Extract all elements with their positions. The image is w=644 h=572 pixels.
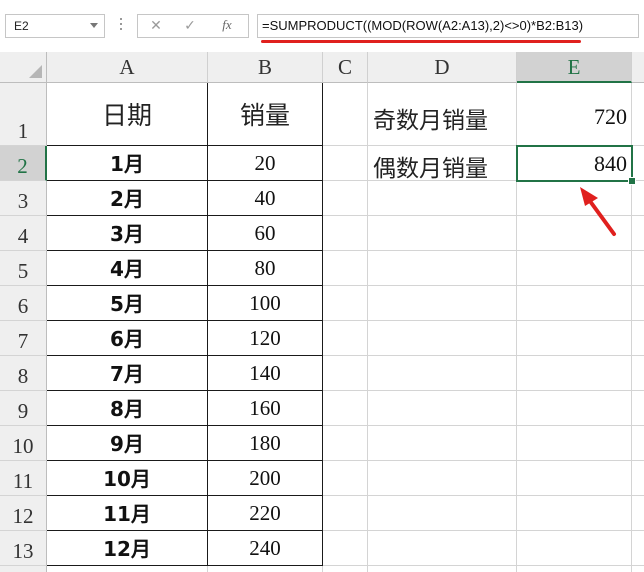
month-cell[interactable]: 4月 bbox=[47, 253, 207, 282]
table-border bbox=[47, 495, 323, 496]
table-border bbox=[47, 425, 323, 426]
sales-cell[interactable]: 20 bbox=[208, 151, 322, 176]
active-cell-outline[interactable] bbox=[516, 145, 633, 182]
table-border bbox=[322, 83, 323, 566]
select-all-button[interactable] bbox=[0, 52, 47, 83]
formula-bar-area: E2 ✕ ✓ fx =SUMPRODUCT((MOD(ROW(A2:A13),2… bbox=[0, 0, 644, 52]
header-date: 日期 bbox=[101, 101, 152, 130]
formula-text: =SUMPRODUCT((MOD(ROW(A2:A13),2)<>0)*B2:B… bbox=[262, 18, 584, 33]
column-header-c[interactable]: C bbox=[323, 52, 368, 83]
table-border bbox=[47, 355, 323, 356]
gridline bbox=[367, 83, 368, 572]
sales-cell[interactable]: 180 bbox=[208, 431, 322, 456]
table-border bbox=[47, 460, 323, 461]
row-header-7[interactable]: 7 bbox=[0, 321, 47, 356]
sales-cell[interactable]: 200 bbox=[208, 466, 322, 491]
chevron-down-icon[interactable] bbox=[90, 23, 98, 28]
month-cell[interactable]: 10月 bbox=[47, 463, 207, 492]
row-header-8[interactable]: 8 bbox=[0, 356, 47, 391]
month-cell[interactable]: 2月 bbox=[47, 183, 207, 212]
sales-cell[interactable]: 240 bbox=[208, 536, 322, 561]
check-icon[interactable]: ✓ bbox=[180, 17, 200, 35]
table-border bbox=[47, 250, 323, 251]
sales-cell[interactable]: 80 bbox=[208, 256, 322, 281]
spreadsheet-grid: A B C D E 1 2 3 4 5 6 7 8 9 10 11 12 13 … bbox=[0, 52, 644, 572]
sales-cell[interactable]: 40 bbox=[208, 186, 322, 211]
month-cell[interactable]: 7月 bbox=[47, 358, 207, 387]
month-cell[interactable]: 3月 bbox=[47, 218, 207, 247]
row-header-overflow bbox=[0, 566, 47, 572]
sales-cell[interactable]: 120 bbox=[208, 326, 322, 351]
month-cell[interactable]: 12月 bbox=[47, 533, 207, 562]
column-header-overflow bbox=[632, 52, 644, 83]
row-header-9[interactable]: 9 bbox=[0, 391, 47, 426]
even-month-sales-label[interactable]: 偶数月销量 bbox=[373, 149, 488, 183]
month-cell[interactable]: 5月 bbox=[47, 288, 207, 317]
name-box[interactable]: E2 bbox=[5, 14, 105, 38]
table-border bbox=[47, 320, 323, 321]
sales-cell[interactable]: 160 bbox=[208, 396, 322, 421]
row-header-10[interactable]: 10 bbox=[0, 426, 47, 461]
table-border bbox=[47, 530, 323, 531]
odd-month-sales-label[interactable]: 奇数月销量 bbox=[373, 101, 488, 135]
table-border bbox=[47, 145, 323, 146]
row-header-5[interactable]: 5 bbox=[0, 251, 47, 286]
month-cell[interactable]: 8月 bbox=[47, 393, 207, 422]
drag-handle-icon[interactable] bbox=[120, 18, 123, 34]
insert-function-icon[interactable]: fx bbox=[217, 17, 237, 35]
header-sales: 销量 bbox=[239, 101, 290, 130]
row-header-1[interactable]: 1 bbox=[0, 83, 47, 146]
sales-cell[interactable]: 140 bbox=[208, 361, 322, 386]
column-header-b[interactable]: B bbox=[208, 52, 323, 83]
table-border bbox=[47, 285, 323, 286]
formula-input[interactable]: =SUMPRODUCT((MOD(ROW(A2:A13),2)<>0)*B2:B… bbox=[257, 14, 639, 38]
row-header-6[interactable]: 6 bbox=[0, 286, 47, 321]
row-header-11[interactable]: 11 bbox=[0, 461, 47, 496]
table-border bbox=[47, 215, 323, 216]
table-border bbox=[47, 565, 323, 566]
column-header-a[interactable]: A bbox=[47, 52, 208, 83]
name-box-value: E2 bbox=[14, 19, 29, 33]
table-border bbox=[47, 390, 323, 391]
month-cell[interactable]: 1月 bbox=[47, 148, 207, 177]
month-cell[interactable]: 9月 bbox=[47, 428, 207, 457]
formula-buttons: ✕ ✓ fx bbox=[137, 14, 249, 38]
sales-cell[interactable]: 100 bbox=[208, 291, 322, 316]
odd-month-sales-value[interactable]: 720 bbox=[517, 104, 627, 130]
row-header-12[interactable]: 12 bbox=[0, 496, 47, 531]
month-cell[interactable]: 6月 bbox=[47, 323, 207, 352]
row-header-4[interactable]: 4 bbox=[0, 216, 47, 251]
table-border bbox=[47, 180, 323, 181]
column-header-d[interactable]: D bbox=[368, 52, 517, 83]
column-header-e[interactable]: E bbox=[517, 52, 632, 83]
close-icon[interactable]: ✕ bbox=[146, 17, 166, 35]
annotation-arrow-icon bbox=[580, 187, 616, 236]
month-cell[interactable]: 11月 bbox=[47, 498, 207, 527]
row-header-3[interactable]: 3 bbox=[0, 181, 47, 216]
sales-cell[interactable]: 220 bbox=[208, 501, 322, 526]
formula-underline-annotation bbox=[261, 40, 581, 43]
row-header-2[interactable]: 2 bbox=[0, 146, 47, 181]
sales-cell[interactable]: 60 bbox=[208, 221, 322, 246]
row-header-13[interactable]: 13 bbox=[0, 531, 47, 566]
